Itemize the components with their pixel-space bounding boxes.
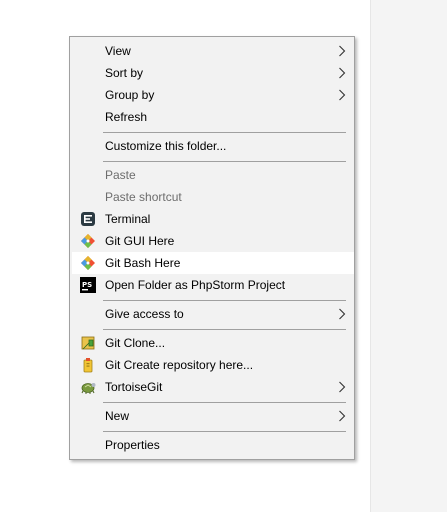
menu-item-label: Paste shortcut	[105, 190, 182, 204]
svg-text:PS: PS	[82, 281, 92, 289]
menu-item-label: Refresh	[105, 110, 148, 124]
menu-item-label: Properties	[105, 438, 160, 452]
menu-item-label: New	[105, 409, 130, 423]
menu-separator	[103, 161, 346, 162]
chevron-right-icon	[339, 410, 346, 422]
menu-item-paste: Paste	[72, 164, 354, 186]
menu-item-give-access[interactable]: Give access to	[72, 303, 354, 325]
menu-separator	[103, 329, 346, 330]
chevron-right-icon	[339, 45, 346, 57]
menu-item-terminal[interactable]: Terminal	[72, 208, 354, 230]
menu-item-label: Open Folder as PhpStorm Project	[105, 278, 286, 292]
menu-item-phpstorm[interactable]: PS Open Folder as PhpStorm Project	[72, 274, 354, 296]
menu-separator	[103, 132, 346, 133]
chevron-right-icon	[339, 89, 346, 101]
menu-item-label: TortoiseGit	[105, 380, 163, 394]
menu-item-label: Group by	[105, 88, 155, 102]
chevron-right-icon	[339, 67, 346, 79]
menu-item-customize-folder[interactable]: Customize this folder...	[72, 135, 354, 157]
menu-item-refresh[interactable]: Refresh	[72, 106, 354, 128]
chevron-right-icon	[339, 381, 346, 393]
menu-item-label: Git Bash Here	[105, 256, 181, 270]
menu-item-label: Paste	[105, 168, 136, 182]
menu-item-group-by[interactable]: Group by	[72, 84, 354, 106]
menu-item-view[interactable]: View	[72, 40, 354, 62]
menu-item-label: View	[105, 44, 131, 58]
menu-item-label: Terminal	[105, 212, 151, 226]
menu-separator	[103, 402, 346, 403]
chevron-right-icon	[339, 308, 346, 320]
menu-item-label: Give access to	[105, 307, 184, 321]
menu-item-label: Sort by	[105, 66, 144, 80]
menu-item-label: Git Clone...	[105, 336, 166, 350]
phpstorm-icon: PS	[80, 277, 96, 293]
git-icon	[81, 256, 95, 270]
menu-item-git-gui[interactable]: Git GUI Here	[72, 230, 354, 252]
menu-item-git-clone[interactable]: Git Clone...	[72, 332, 354, 354]
menu-item-label: Git Create repository here...	[105, 358, 254, 372]
menu-separator	[103, 431, 346, 432]
menu-item-tortoisegit[interactable]: TortoiseGit	[72, 376, 354, 398]
terminal-icon	[81, 212, 95, 226]
tortoisegit-create-icon	[83, 358, 93, 373]
menu-item-label: Customize this folder...	[105, 139, 227, 153]
git-icon	[81, 234, 95, 248]
background-panel	[370, 0, 447, 512]
menu-item-git-create-repo[interactable]: Git Create repository here...	[72, 354, 354, 376]
context-menu: View Sort by Group by Refresh Customize …	[69, 36, 355, 460]
menu-item-new[interactable]: New	[72, 405, 354, 427]
menu-item-git-bash[interactable]: Git Bash Here	[72, 252, 354, 274]
menu-separator	[103, 300, 346, 301]
menu-item-label: Git GUI Here	[105, 234, 175, 248]
menu-item-paste-shortcut: Paste shortcut	[72, 186, 354, 208]
menu-item-sort-by[interactable]: Sort by	[72, 62, 354, 84]
menu-item-properties[interactable]: Properties	[72, 434, 354, 456]
tortoisegit-icon	[81, 383, 96, 394]
tortoisegit-clone-icon	[81, 336, 95, 350]
